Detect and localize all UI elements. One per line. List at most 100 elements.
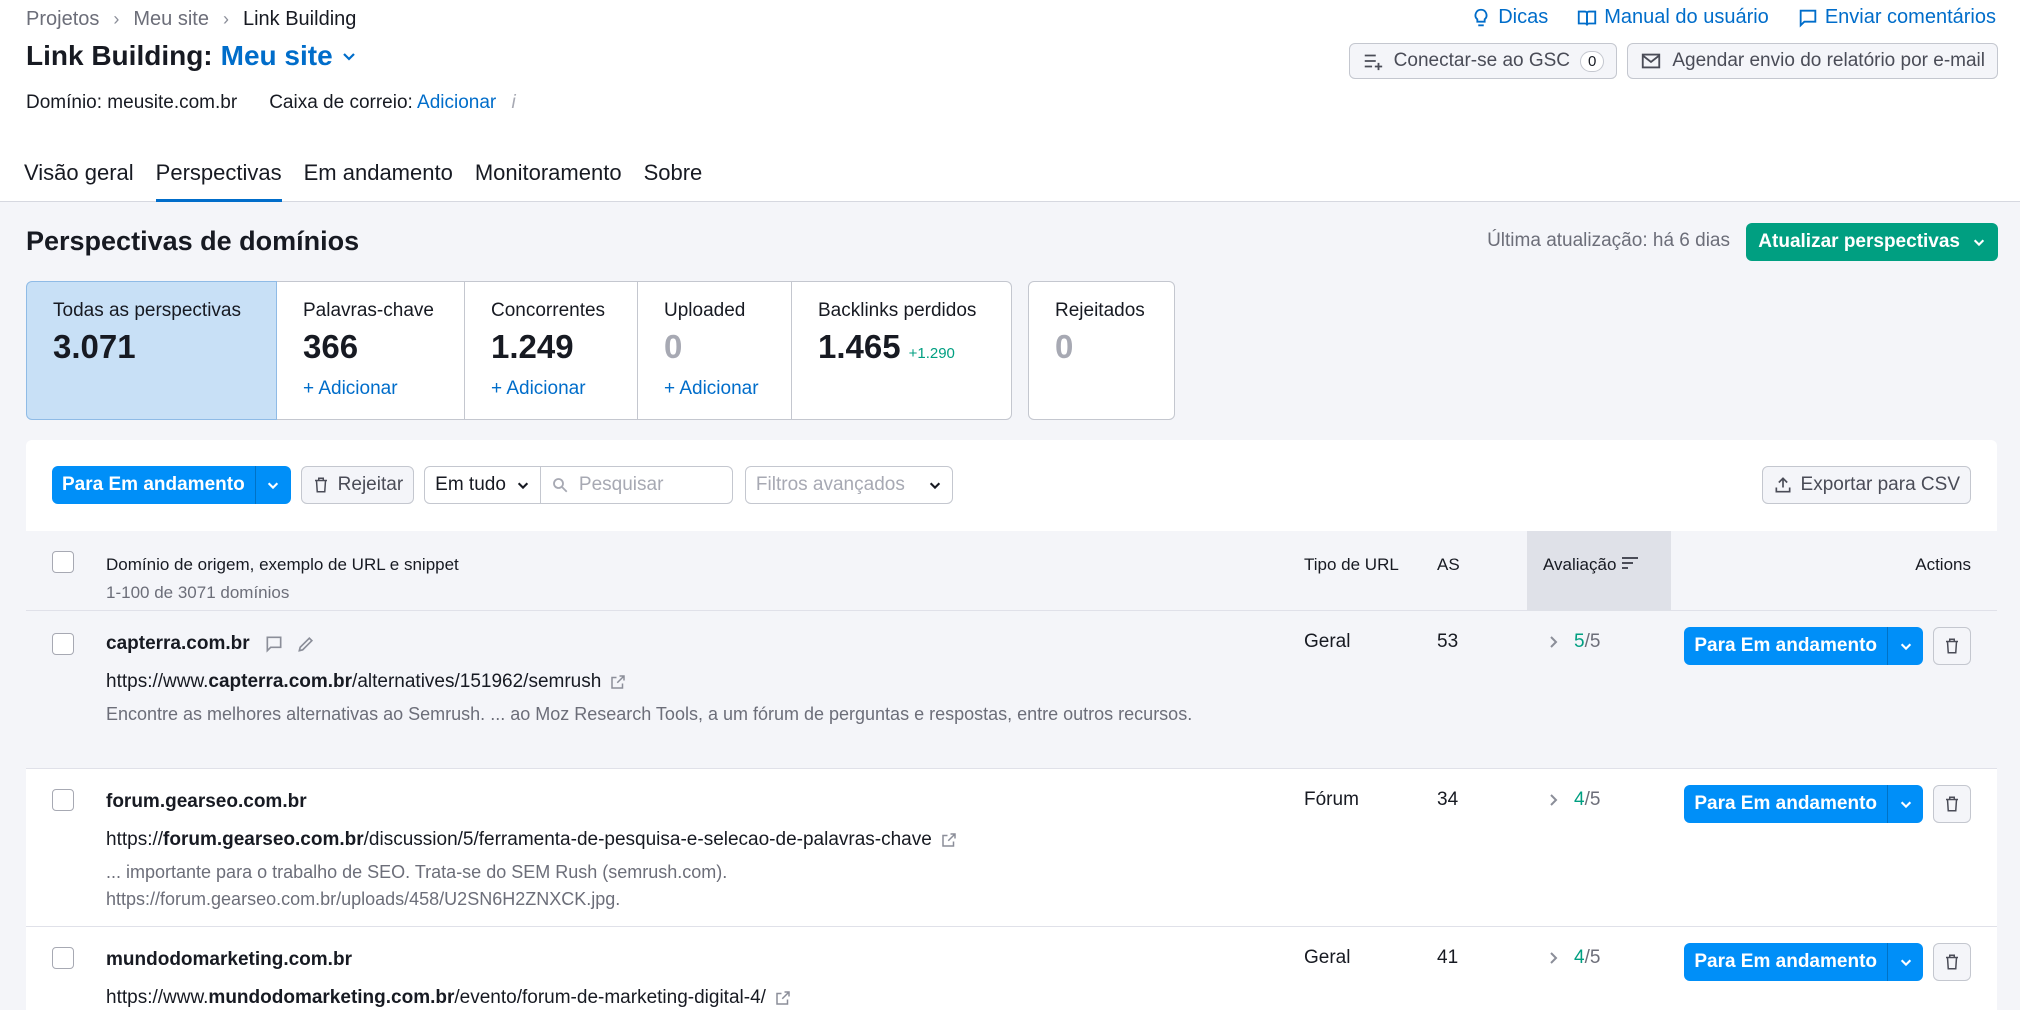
col-domain: Domínio de origem, exemplo de URL e snip…	[106, 555, 459, 603]
card-value: 366	[303, 328, 359, 365]
col-as[interactable]: AS	[1437, 555, 1460, 575]
url-domain: capterra.com.br	[208, 671, 353, 692]
tab-about[interactable]: Sobre	[644, 160, 703, 202]
domain-info: Domínio: meusite.com.br Caixa de correio…	[26, 92, 516, 114]
row-url-type: Geral	[1304, 631, 1351, 652]
external-link-icon[interactable]	[940, 831, 958, 849]
rating-max: /5	[1584, 789, 1601, 810]
row-rating[interactable]: 4/5	[1548, 947, 1600, 969]
move-to-progress-button[interactable]: Para Em andamento	[52, 474, 255, 496]
reject-label: Rejeitar	[337, 474, 404, 495]
table-row: mundodomarketing.com.br https://www.mund…	[26, 927, 1997, 1010]
row-checkbox[interactable]	[52, 789, 74, 811]
manual-link[interactable]: Manual do usuário	[1576, 6, 1769, 29]
card-rejected[interactable]: Rejeitados 0	[1028, 281, 1175, 420]
breadcrumb-projects[interactable]: Projetos	[26, 8, 99, 31]
tab-monitoring[interactable]: Monitoramento	[475, 160, 622, 202]
tab-in-progress[interactable]: Em andamento	[304, 160, 453, 202]
search-input[interactable]: Pesquisar	[540, 466, 733, 504]
select-all-checkbox[interactable]	[52, 551, 74, 573]
comment-icon[interactable]	[264, 634, 284, 654]
email-report-button[interactable]: Agendar envio do relatório por e-mail	[1627, 43, 1998, 79]
url-prefix: https://www.	[106, 987, 209, 1008]
row-move-button[interactable]: Para Em andamento	[1684, 635, 1887, 657]
col-domain-count: 1-100 de 3071 domínios	[106, 583, 290, 602]
row-checkbox[interactable]	[52, 947, 74, 969]
section-title: Perspectivas de domínios	[26, 226, 360, 256]
search-group: Em tudo Pesquisar	[424, 466, 733, 504]
row-move-button[interactable]: Para Em andamento	[1684, 951, 1887, 973]
export-csv-button[interactable]: Exportar para CSV	[1761, 466, 1971, 504]
row-move-dropdown[interactable]	[1887, 785, 1923, 823]
scope-select[interactable]: Em tudo	[424, 466, 541, 504]
tips-link[interactable]: Dicas	[1470, 6, 1548, 29]
external-link-icon[interactable]	[774, 989, 792, 1007]
card-value: 3.071	[53, 328, 136, 365]
url-path: /evento/forum-de-marketing-digital-4/	[454, 987, 766, 1008]
row-rating[interactable]: 5/5	[1548, 631, 1600, 653]
row-url-type: Geral	[1304, 947, 1351, 968]
update-prospects-label: Atualizar perspectivas	[1758, 231, 1960, 252]
top-links: Dicas Manual do usuário Enviar comentári…	[1470, 6, 1996, 29]
rating-value: 5	[1574, 631, 1585, 652]
card-lost-backlinks[interactable]: Backlinks perdidos 1.465 +1.290	[792, 281, 1012, 420]
row-url[interactable]: https://forum.gearseo.com.br/discussion/…	[106, 829, 958, 851]
card-uploaded[interactable]: Uploaded 0 + Adicionar	[638, 281, 792, 420]
domain-name[interactable]: capterra.com.br	[106, 633, 250, 655]
breadcrumb: Projetos › Meu site › Link Building	[26, 8, 356, 30]
feedback-link[interactable]: Enviar comentários	[1797, 6, 1996, 29]
connect-gsc-button[interactable]: Conectar-se ao GSC 0	[1348, 43, 1618, 79]
add-keywords-link[interactable]: + Adicionar	[303, 378, 438, 400]
manual-label: Manual do usuário	[1604, 6, 1769, 28]
card-label: Backlinks perdidos	[818, 300, 977, 321]
col-url-type[interactable]: Tipo de URL	[1304, 555, 1399, 575]
add-uploaded-link[interactable]: + Adicionar	[664, 378, 765, 400]
row-delete-button[interactable]	[1933, 627, 1971, 665]
upload-icon	[1775, 477, 1791, 493]
mailbox-add-link[interactable]: Adicionar	[417, 92, 496, 113]
card-keywords[interactable]: Palavras-chave 366 + Adicionar	[277, 281, 465, 420]
chevron-right-icon	[1550, 952, 1558, 964]
col-rating-label: Avaliação	[1543, 555, 1617, 574]
gsc-count-badge: 0	[1580, 50, 1605, 72]
row-url[interactable]: https://www.mundodomarketing.com.br/even…	[106, 987, 792, 1009]
update-prospects-button[interactable]: Atualizar perspectivas	[1746, 223, 1998, 261]
row-rating[interactable]: 4/5	[1548, 789, 1600, 811]
reject-button[interactable]: Rejeitar	[300, 466, 415, 504]
row-delete-button[interactable]	[1933, 943, 1971, 981]
advanced-filters-select[interactable]: Filtros avançados	[744, 466, 953, 504]
export-label: Exportar para CSV	[1800, 474, 1960, 495]
pencil-icon[interactable]	[296, 634, 316, 654]
row-checkbox[interactable]	[52, 633, 74, 655]
breadcrumb-site[interactable]: Meu site	[133, 8, 209, 31]
row-as: 34	[1437, 789, 1459, 810]
card-label: Uploaded	[664, 300, 746, 321]
chevron-right-icon: ›	[222, 8, 229, 29]
row-url[interactable]: https://www.capterra.com.br/alternatives…	[106, 671, 627, 693]
external-link-icon[interactable]	[609, 673, 627, 691]
site-selector[interactable]: Meu site	[221, 40, 357, 72]
domain-name[interactable]: forum.gearseo.com.br	[106, 791, 307, 813]
info-icon[interactable]: i	[512, 92, 516, 113]
row-delete-button[interactable]	[1933, 785, 1971, 823]
table-toolbar: Para Em andamento Rejeitar Em tudo Pesqu…	[52, 466, 953, 504]
comment-icon	[1799, 9, 1817, 28]
scope-value: Em tudo	[435, 474, 506, 495]
col-rating[interactable]: Avaliação	[1527, 531, 1671, 611]
tab-overview[interactable]: Visão geral	[24, 160, 134, 202]
domain-name[interactable]: mundodomarketing.com.br	[106, 949, 352, 971]
row-move-button[interactable]: Para Em andamento	[1684, 793, 1887, 815]
row-move-dropdown[interactable]	[1887, 627, 1923, 665]
card-competitors[interactable]: Concorrentes 1.249 + Adicionar	[465, 281, 638, 420]
mailbox-info: Caixa de correio: Adicionar i	[269, 92, 516, 114]
chevron-down-icon	[1900, 643, 1911, 651]
row-move-dropdown[interactable]	[1887, 943, 1923, 981]
list-add-icon	[1364, 54, 1382, 71]
card-all-prospects[interactable]: Todas as perspectivas 3.071	[26, 281, 277, 420]
rating-value: 4	[1574, 789, 1585, 810]
tab-prospects[interactable]: Perspectivas	[155, 160, 282, 202]
move-dropdown-toggle[interactable]	[254, 466, 291, 504]
add-competitors-link[interactable]: + Adicionar	[491, 378, 611, 400]
table-row: capterra.com.br https://www.capterra.com…	[26, 611, 1997, 769]
row-actions: Para Em andamento	[1684, 785, 1971, 823]
